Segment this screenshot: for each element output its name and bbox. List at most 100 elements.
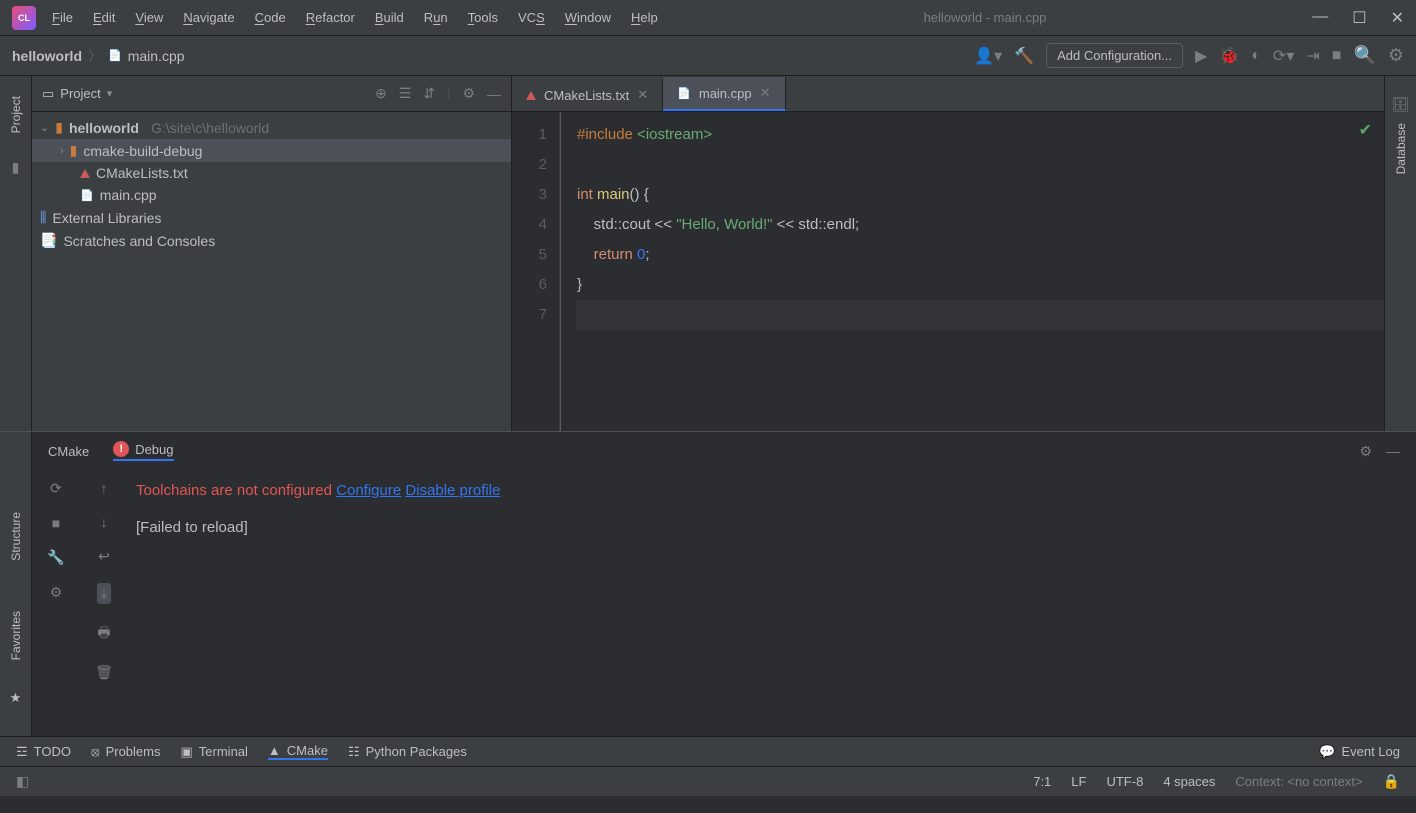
down-arrow-icon[interactable]: ↓ [101,514,108,530]
bottom-tab-debug[interactable]: ! Debug [113,441,173,461]
code-token: #include [577,126,633,143]
coverage-icon[interactable]: ◐ [1251,47,1261,65]
project-tool-button[interactable]: Project [9,96,23,133]
tree-maincpp[interactable]: 📄 main.cpp [32,184,511,206]
close-tab-icon[interactable]: ✕ [637,87,648,103]
menu-run[interactable]: Run [424,10,448,25]
database-tool-button[interactable]: Database [1394,123,1408,174]
tree-root-label: helloworld [69,120,139,136]
configure-link[interactable]: Configure [336,482,401,499]
tree-item-label: CMakeLists.txt [96,165,188,181]
reload-icon[interactable]: ⟳ [50,480,62,497]
debug-icon[interactable]: 🐞 [1219,46,1239,66]
lock-icon[interactable]: 🔒 [1383,773,1400,790]
tree-root[interactable]: ⌄ ▮ helloworld G:\site\c\helloworld [32,116,511,139]
folder-rail-icon[interactable]: ▮ [12,159,20,176]
hammer-icon[interactable]: 🔨 [1014,46,1034,66]
clear-icon[interactable]: 🗑 [95,664,113,681]
menu-edit[interactable]: Edit [93,10,115,25]
breadcrumb-file[interactable]: main.cpp [128,48,185,64]
scratches-icon: 📑 [40,232,57,249]
run-icon[interactable]: ▶ [1195,46,1207,66]
cmake-tool-button[interactable]: ▲ CMake [268,743,328,760]
structure-tool-button[interactable]: Structure [9,512,23,561]
favorites-tool-button[interactable]: Favorites [9,611,23,660]
todo-tool-button[interactable]: ☲TODO [16,744,71,760]
line-separator[interactable]: LF [1071,774,1086,789]
disable-profile-link[interactable]: Disable profile [405,482,500,499]
code-token: <iostream> [633,126,712,143]
tab-maincpp[interactable]: 📄 main.cpp ✕ [663,77,785,111]
file-encoding[interactable]: UTF-8 [1106,774,1143,789]
close-button[interactable]: ✕ [1391,8,1404,28]
panel-gear-icon[interactable]: ⚙ [462,85,475,102]
code-editor[interactable]: 1234567 #include <iostream> int main() {… [512,112,1384,431]
collapse-all-icon[interactable]: ⇵ [423,85,435,102]
add-configuration-dropdown[interactable]: Add Configuration... [1046,43,1183,68]
panel-gear-icon[interactable]: ⚙ [1359,443,1372,460]
bb-label: Problems [106,744,161,759]
bottom-tab-cmake[interactable]: CMake [48,444,89,459]
console-error-text: Toolchains are not configured [136,482,336,499]
settings-icon[interactable]: ⚙ [50,584,63,601]
context-status[interactable]: Context: <no context> [1235,774,1362,789]
breadcrumb-project[interactable]: helloworld [12,48,82,64]
select-opened-file-icon[interactable]: ⊕ [375,85,387,102]
menu-vcs[interactable]: VCS [518,10,545,25]
cmake-icon: ▲ [268,743,281,758]
attach-icon[interactable]: ⇥ [1306,46,1319,66]
chevron-down-icon: ▾ [107,87,113,100]
menu-window[interactable]: Window [565,10,611,25]
close-tab-icon[interactable]: ✕ [760,85,771,101]
event-log-button[interactable]: 💬Event Log [1319,744,1400,760]
settings-gear-icon[interactable]: ⚙ [1388,45,1404,66]
profile-icon[interactable]: ⟳▾ [1273,46,1294,66]
build-settings-icon[interactable]: 🔧 [47,549,64,566]
star-icon: ★ [10,690,22,706]
menu-help[interactable]: Help [631,10,658,25]
menu-code[interactable]: Code [255,10,286,25]
tree-scratches[interactable]: 📑 Scratches and Consoles [32,229,511,252]
menu-refactor[interactable]: Refactor [306,10,355,25]
python-packages-tool-button[interactable]: ☷Python Packages [348,744,467,760]
project-tree: ⌄ ▮ helloworld G:\site\c\helloworld › ▮ … [32,112,511,256]
cpp-file-icon: 📄 [108,49,122,62]
scroll-end-icon[interactable]: ⤓ [97,583,111,604]
panel-hide-icon[interactable]: — [1386,443,1400,460]
project-panel-header: ▭ Project ▾ ⊕ ☰ ⇵ | ⚙ — [32,76,511,112]
up-arrow-icon[interactable]: ↑ [101,480,108,496]
search-icon[interactable]: 🔍 [1353,45,1375,66]
indent-setting[interactable]: 4 spaces [1163,774,1215,789]
left-tool-rail: Project ▮ [0,76,32,431]
bb-label: CMake [287,743,328,758]
menu-tools[interactable]: Tools [468,10,498,25]
problems-tool-button[interactable]: ⦻Problems [91,744,161,760]
menu-file[interactable]: File [52,10,73,25]
stop-icon[interactable]: ■ [52,515,60,531]
panel-hide-icon[interactable]: — [487,85,501,102]
terminal-tool-button[interactable]: ▣Terminal [181,744,248,760]
tree-external-libraries[interactable]: ⫼ External Libraries [32,206,511,229]
editor-gutter: 1234567 [512,112,560,431]
stop-icon[interactable]: ■ [1332,47,1342,65]
project-view-selector[interactable]: ▭ Project ▾ [42,86,112,102]
bottom-content: CMake ! Debug ⚙ — ⟳ ■ 🔧 ⚙ ↑ ↓ ↩ ⤓ 🖶 [32,432,1416,736]
cmake-console[interactable]: Toolchains are not configured Configure … [128,470,1416,736]
caret-position[interactable]: 7:1 [1033,774,1051,789]
tree-cmake-build-debug[interactable]: › ▮ cmake-build-debug [32,139,511,162]
wrap-icon[interactable]: ↩ [98,548,110,565]
menu-view[interactable]: View [135,10,163,25]
maximize-button[interactable]: ☐ [1352,8,1366,28]
tool-windows-icon[interactable]: ◧ [16,773,29,790]
tree-cmakelists[interactable]: CMakeLists.txt [32,162,511,184]
print-icon[interactable]: 🖶 [97,622,110,646]
chevron-down-icon: ⌄ [40,121,49,134]
user-icon[interactable]: 👤▾ [974,46,1002,66]
menu-build[interactable]: Build [375,10,404,25]
minimize-button[interactable]: — [1312,8,1328,28]
menu-navigate[interactable]: Navigate [183,10,234,25]
cmake-file-icon [80,169,90,178]
expand-all-icon[interactable]: ☰ [399,85,412,102]
database-icon[interactable]: 🗄 [1392,96,1410,113]
tab-cmakelists[interactable]: CMakeLists.txt ✕ [512,79,663,111]
